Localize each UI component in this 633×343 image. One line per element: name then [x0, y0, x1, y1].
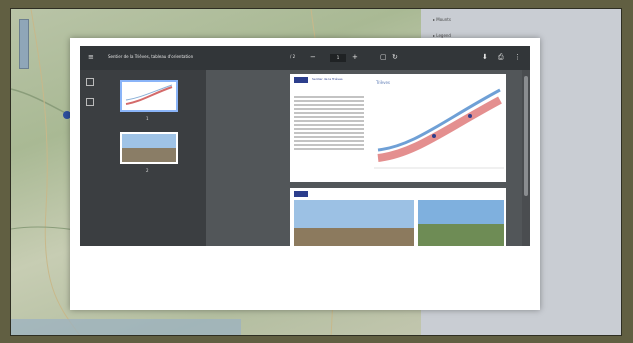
pdf-page-1: Sentier de la Trièves Trièves	[290, 74, 506, 182]
zoom-out-icon[interactable]: −	[310, 53, 316, 62]
document-title: Sentier de la Trièves, tableau d'orienta…	[108, 54, 194, 59]
page-photos	[294, 200, 504, 246]
rotate-icon[interactable]: ↻	[392, 53, 398, 62]
sidebar-icons	[86, 78, 96, 118]
scrollbar-thumb[interactable]	[524, 76, 528, 196]
pdf-page-2	[290, 188, 506, 246]
thumbnail-image	[122, 134, 176, 162]
menu-icon[interactable]: ≡	[88, 53, 94, 62]
side-item[interactable]: Mounts	[433, 17, 451, 22]
zoom-in-icon[interactable]: +	[352, 53, 358, 62]
page-text-block	[294, 96, 364, 152]
thumbnail-number: 1	[146, 116, 149, 121]
thumbnail-page-1[interactable]	[120, 80, 178, 112]
pdf-viewer: ≡ Sentier de la Trièves, tableau d'orien…	[80, 46, 530, 246]
thumbnail-page-2[interactable]	[120, 132, 178, 164]
more-icon[interactable]: ⋮	[514, 53, 521, 62]
monitor-frame: Mounts Legend ≡ Sentier de la Trièves, t…	[0, 0, 633, 343]
page-header-text: Sentier de la Trièves	[312, 77, 343, 81]
page-logo	[294, 191, 308, 197]
outline-icon[interactable]	[86, 98, 94, 106]
page-area[interactable]: Sentier de la Trièves Trièves	[206, 70, 530, 246]
pdf-modal: ≡ Sentier de la Trièves, tableau d'orien…	[70, 38, 540, 310]
page-logo	[294, 77, 308, 83]
route-map-illustration	[374, 88, 504, 169]
thumbnails-icon[interactable]	[86, 78, 94, 86]
thumbnail-image	[125, 84, 173, 105]
thumbnail-sidebar: 1 2	[80, 70, 206, 246]
page-total: / 2	[290, 54, 296, 59]
map-zoom-control[interactable]	[19, 19, 29, 69]
fit-page-icon[interactable]: ▢	[380, 53, 387, 62]
thumbnail-number: 2	[146, 168, 149, 173]
viewer-scrollbar[interactable]	[522, 70, 530, 246]
pdf-toolbar: ≡ Sentier de la Trièves, tableau d'orien…	[80, 46, 530, 70]
print-icon[interactable]: ⎙	[498, 53, 504, 62]
map-scale-bar	[11, 319, 241, 335]
page-input[interactable]: 1	[330, 54, 346, 62]
download-icon[interactable]: ⬇	[482, 53, 488, 62]
